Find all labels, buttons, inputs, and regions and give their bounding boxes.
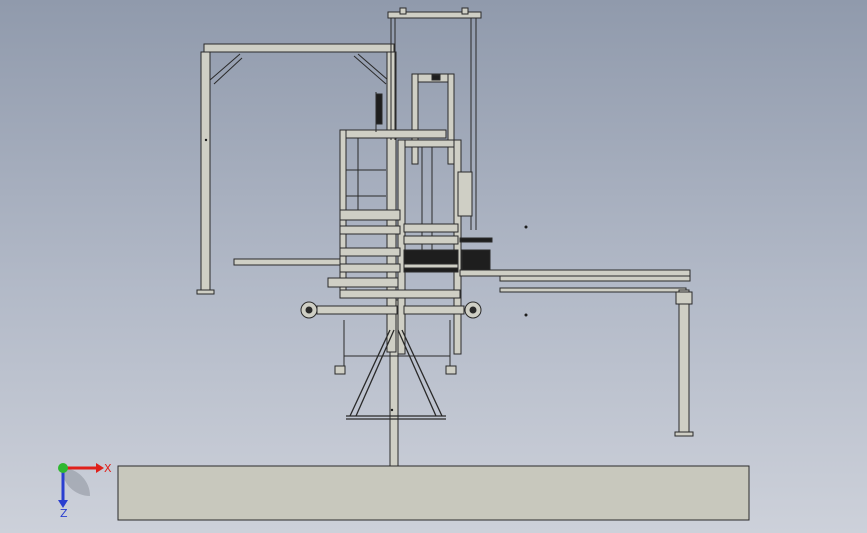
y-axis-dot bbox=[58, 463, 68, 473]
x-axis-label: X bbox=[104, 462, 112, 475]
left-conveyor-arm bbox=[233, 258, 399, 288]
triad-shadow bbox=[62, 468, 90, 496]
base-plate bbox=[117, 465, 750, 521]
cad-viewport[interactable]: X Z bbox=[0, 0, 867, 533]
axis-triad: X Z bbox=[58, 462, 112, 520]
x-axis-arrow bbox=[96, 463, 104, 473]
z-axis-label: Z bbox=[60, 507, 68, 520]
right-conveyor-arm bbox=[459, 269, 694, 437]
machine-assembly[interactable] bbox=[117, 7, 750, 521]
lifting-frame bbox=[411, 73, 455, 165]
